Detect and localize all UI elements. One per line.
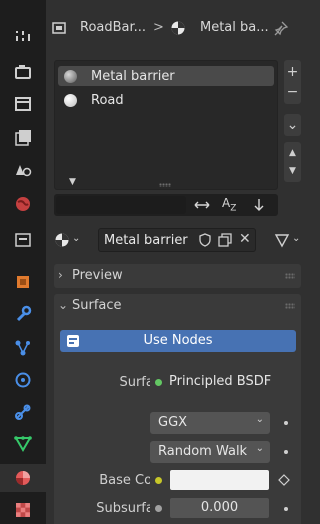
breadcrumb-object[interactable]: RoadBar... bbox=[80, 20, 146, 35]
object-data-icon bbox=[52, 22, 66, 34]
subsurface-field[interactable]: 0.000 bbox=[150, 497, 270, 519]
material-sphere-icon bbox=[171, 21, 185, 35]
surface-panel: Use Nodes Surface Principled BSDF GGX ⌄ … bbox=[54, 318, 301, 524]
list-item[interactable]: Road bbox=[58, 90, 274, 110]
browse-chevron-icon[interactable]: ⌄ bbox=[72, 233, 80, 244]
world-icon[interactable] bbox=[0, 190, 46, 218]
sort-alpha-icon[interactable]: AZ bbox=[222, 196, 236, 213]
preview-panel-header[interactable]: › Preview bbox=[54, 264, 301, 288]
subsurface-value-slider[interactable]: 0.000 bbox=[170, 498, 269, 518]
list-item[interactable]: Metal barrier bbox=[58, 66, 274, 86]
fake-user-icon[interactable] bbox=[198, 233, 212, 247]
distribution-value: GGX bbox=[158, 415, 188, 430]
expanded-chevron-icon: ⌄ bbox=[58, 298, 69, 312]
surface-shader-value: Principled BSDF bbox=[169, 374, 272, 389]
pin-icon[interactable] bbox=[273, 20, 289, 36]
sort-arrows-icon[interactable] bbox=[193, 199, 211, 211]
drag-grip-icon[interactable] bbox=[285, 303, 295, 309]
view-layer-icon[interactable] bbox=[0, 124, 46, 152]
material-slot-list: Metal barrier Road ▼ bbox=[54, 60, 278, 190]
physics-icon[interactable] bbox=[0, 366, 46, 394]
use-nodes-label: Use Nodes bbox=[143, 333, 213, 348]
properties-editor: RoadBar... > Metal ba... Metal barrier R… bbox=[46, 0, 301, 524]
remove-slot-icon[interactable]: − bbox=[287, 82, 299, 102]
filter-toggle-icon[interactable]: ▼ bbox=[69, 177, 76, 187]
dropdown-chevron-icon: ⌄ bbox=[255, 443, 264, 454]
list-filter-row: AZ bbox=[54, 194, 278, 216]
material-preview-icon bbox=[64, 69, 77, 83]
base-color-field[interactable] bbox=[150, 469, 270, 491]
object-icon[interactable] bbox=[0, 268, 46, 296]
decorator-dot-icon[interactable] bbox=[284, 507, 288, 511]
data-icon[interactable] bbox=[0, 430, 46, 458]
add-remove-group: + − bbox=[284, 60, 301, 104]
collapsed-chevron-icon: › bbox=[58, 268, 63, 282]
move-down-icon[interactable]: ▼ bbox=[289, 162, 296, 180]
filter-input[interactable] bbox=[56, 196, 186, 214]
color-socket-icon bbox=[155, 477, 162, 484]
panel-title: Preview bbox=[72, 268, 123, 283]
drag-grip-icon[interactable] bbox=[285, 273, 295, 279]
use-nodes-button[interactable]: Use Nodes bbox=[60, 330, 296, 352]
constraints-icon[interactable] bbox=[0, 398, 46, 426]
material-name-field[interactable]: Metal barrier ✕ bbox=[98, 228, 256, 252]
link-chevron-icon[interactable]: ⌄ bbox=[292, 233, 300, 244]
modifier-icon[interactable] bbox=[0, 300, 46, 328]
breadcrumb-separator: > bbox=[153, 20, 164, 35]
distribution-dropdown[interactable]: GGX ⌄ bbox=[150, 412, 270, 434]
material-icon[interactable] bbox=[0, 464, 46, 492]
decorator-dot-icon[interactable] bbox=[284, 450, 288, 454]
output-icon[interactable] bbox=[0, 90, 46, 118]
move-group: ▲ ▼ bbox=[284, 142, 301, 182]
shader-socket-icon bbox=[155, 379, 162, 386]
render-icon[interactable] bbox=[0, 58, 46, 86]
unlink-icon[interactable]: ✕ bbox=[239, 231, 251, 247]
resize-grip-icon[interactable] bbox=[159, 183, 171, 187]
particles-icon[interactable] bbox=[0, 334, 46, 362]
properties-tabs bbox=[0, 0, 46, 524]
surface-shader-field[interactable]: Principled BSDF bbox=[150, 371, 272, 393]
list-item-label: Metal barrier bbox=[91, 68, 175, 84]
link-data-icon[interactable] bbox=[274, 232, 290, 248]
keyframe-icon[interactable] bbox=[278, 474, 290, 486]
specials-menu-icon[interactable]: ⌄ bbox=[284, 114, 301, 136]
tool-icon[interactable] bbox=[0, 22, 46, 50]
subsurface-method-dropdown[interactable]: Random Walk ⌄ bbox=[150, 441, 270, 463]
move-up-icon[interactable]: ▲ bbox=[289, 144, 296, 162]
browse-material-icon[interactable] bbox=[54, 232, 70, 248]
dropdown-chevron-icon: ⌄ bbox=[255, 414, 264, 425]
subsurface-method-value: Random Walk bbox=[158, 444, 248, 459]
collection-icon[interactable] bbox=[0, 226, 46, 254]
decorator-dot-icon[interactable] bbox=[284, 421, 288, 425]
material-selector-row: ⌄ Metal barrier ✕ ⌄ bbox=[54, 228, 301, 252]
breadcrumb: RoadBar... > Metal ba... bbox=[46, 0, 301, 52]
sort-reverse-icon[interactable] bbox=[253, 198, 265, 212]
duplicate-icon[interactable] bbox=[218, 233, 232, 247]
subsurface-value: 0.000 bbox=[200, 500, 239, 515]
surface-panel-header[interactable]: ⌄ Surface bbox=[54, 294, 301, 318]
float-socket-icon bbox=[155, 505, 162, 512]
add-slot-icon[interactable]: + bbox=[287, 62, 299, 82]
scene-icon[interactable] bbox=[0, 156, 46, 184]
list-item-label: Road bbox=[91, 92, 124, 108]
panel-title: Surface bbox=[72, 298, 122, 313]
breadcrumb-material[interactable]: Metal ba... bbox=[200, 20, 269, 35]
material-name: Metal barrier bbox=[104, 233, 188, 248]
base-color-swatch[interactable] bbox=[170, 470, 269, 490]
material-preview-icon bbox=[64, 93, 77, 107]
texture-icon[interactable] bbox=[0, 496, 46, 524]
